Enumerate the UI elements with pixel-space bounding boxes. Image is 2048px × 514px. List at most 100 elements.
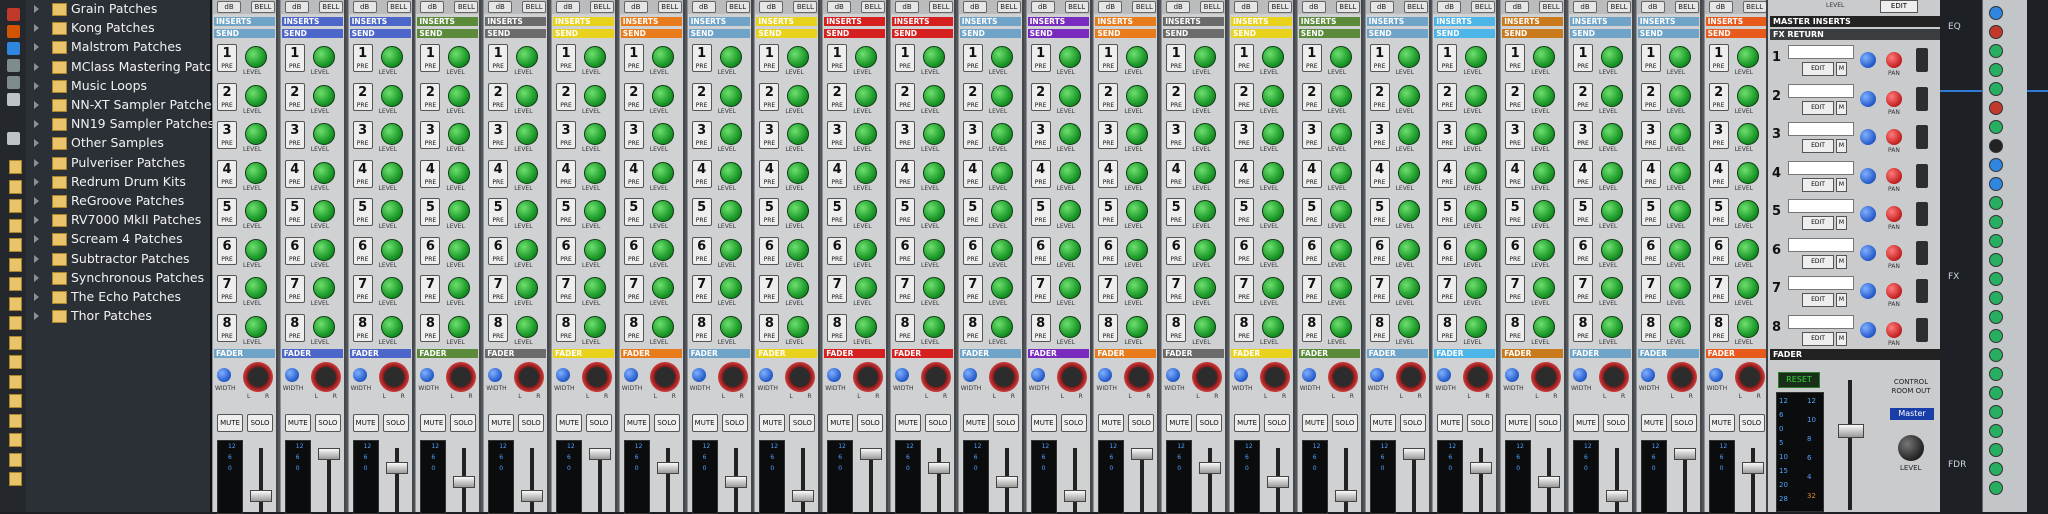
- send-level-knob[interactable]: [1736, 161, 1759, 184]
- browser-item[interactable]: Thor Patches: [26, 307, 210, 325]
- fx-mute-button[interactable]: M: [1836, 139, 1847, 153]
- send-level-knob[interactable]: [1397, 200, 1420, 222]
- send-level-knob[interactable]: [312, 161, 335, 184]
- rail-folder-icon[interactable]: [9, 413, 22, 428]
- master-fader-handle[interactable]: [1838, 424, 1864, 438]
- pan-knob[interactable]: [1463, 362, 1494, 392]
- send-pre-button[interactable]: 5 PRE: [691, 198, 712, 226]
- fx-return-pan-knob[interactable]: [1886, 206, 1902, 222]
- fx-return-level-knob[interactable]: [1860, 206, 1876, 222]
- fx-return-name-field[interactable]: [1788, 237, 1854, 252]
- send-level-knob[interactable]: [448, 277, 471, 299]
- fx-return-name-field[interactable]: [1788, 199, 1854, 213]
- send-pre-button[interactable]: 4 PRE: [1573, 159, 1593, 188]
- send-level-knob[interactable]: [1736, 200, 1759, 222]
- arrow-icon[interactable]: [7, 59, 20, 72]
- re-icon[interactable]: [7, 25, 20, 38]
- send-pre-button[interactable]: 1 PRE: [1166, 44, 1187, 72]
- send-level-knob[interactable]: [245, 238, 267, 261]
- send-pre-button[interactable]: 8 PRE: [1708, 313, 1729, 342]
- send-pre-button[interactable]: 6 PRE: [759, 236, 780, 265]
- send-level-knob[interactable]: [1262, 161, 1284, 184]
- send-level-knob[interactable]: [651, 200, 674, 222]
- send-pre-button[interactable]: 8 PRE: [420, 313, 441, 342]
- send-level-knob[interactable]: [855, 161, 878, 184]
- db-button[interactable]: dB: [1166, 1, 1191, 13]
- pan-knob[interactable]: [514, 362, 545, 392]
- send-pre-button[interactable]: 4 PRE: [1098, 159, 1119, 188]
- send-level-knob[interactable]: [1194, 277, 1217, 299]
- send-level-knob[interactable]: [1058, 123, 1081, 145]
- mini-knob[interactable]: [1989, 25, 2003, 39]
- expand-arrow-icon[interactable]: [34, 312, 39, 321]
- fx-edit-button[interactable]: EDIT: [1802, 293, 1834, 307]
- db-button[interactable]: dB: [759, 1, 784, 13]
- solo-button[interactable]: SOLO: [1535, 414, 1562, 432]
- send-level-knob[interactable]: [855, 200, 878, 222]
- send-pre-button[interactable]: 7 PRE: [827, 275, 848, 303]
- send-pre-button[interactable]: 2 PRE: [352, 82, 373, 111]
- send-level-knob[interactable]: [1126, 200, 1149, 222]
- rail-folder-icon[interactable]: [9, 238, 22, 252]
- send-level-knob[interactable]: [923, 46, 945, 68]
- send-pre-button[interactable]: 3 PRE: [420, 121, 441, 149]
- send-pre-button[interactable]: 3 PRE: [488, 121, 509, 149]
- fx-return-level-knob[interactable]: [1860, 129, 1876, 145]
- send-pre-button[interactable]: 5 PRE: [1234, 198, 1254, 226]
- fx-mute-button[interactable]: M: [1836, 254, 1847, 269]
- send-pre-button[interactable]: 3 PRE: [1437, 121, 1458, 149]
- send-level-knob[interactable]: [787, 84, 810, 107]
- send-level-knob[interactable]: [1736, 277, 1759, 299]
- send-level-knob[interactable]: [923, 123, 945, 145]
- mini-knob[interactable]: [1989, 443, 2003, 457]
- expand-arrow-icon[interactable]: [34, 43, 39, 52]
- db-button[interactable]: dB: [1437, 1, 1462, 13]
- send-level-knob[interactable]: [516, 46, 539, 68]
- send-pre-button[interactable]: 8 PRE: [691, 313, 712, 342]
- send-pre-button[interactable]: 1 PRE: [895, 44, 915, 72]
- send-pre-button[interactable]: 5 PRE: [556, 198, 576, 226]
- send-pre-button[interactable]: 4 PRE: [284, 159, 305, 188]
- fx-return-pan-knob[interactable]: [1886, 90, 1902, 107]
- send-level-knob[interactable]: [855, 277, 878, 299]
- send-pre-button[interactable]: 2 PRE: [488, 82, 509, 111]
- send-level-knob[interactable]: [651, 161, 674, 184]
- bell-button[interactable]: BELL: [1607, 1, 1631, 13]
- solo-button[interactable]: SOLO: [1060, 414, 1087, 432]
- browser-item[interactable]: MClass Mastering Patche: [26, 58, 227, 76]
- fx-return-level-knob[interactable]: [1860, 283, 1876, 299]
- db-button[interactable]: dB: [1708, 1, 1733, 13]
- send-pre-button[interactable]: 6 PRE: [217, 236, 237, 265]
- send-level-knob[interactable]: [1329, 161, 1352, 184]
- db-button[interactable]: dB: [556, 1, 580, 13]
- send-level-knob[interactable]: [855, 315, 878, 338]
- send-level-knob[interactable]: [990, 46, 1013, 68]
- width-knob[interactable]: [488, 368, 503, 382]
- rail-folder-icon[interactable]: [9, 316, 22, 330]
- send-pre-button[interactable]: 5 PRE: [623, 198, 644, 226]
- reset-button[interactable]: RESET: [1778, 372, 1820, 388]
- browser-item[interactable]: Music Loops: [26, 77, 210, 95]
- solo-button[interactable]: SOLO: [653, 414, 680, 432]
- send-level-knob[interactable]: [1194, 123, 1217, 145]
- send-pre-button[interactable]: 6 PRE: [623, 236, 644, 265]
- pan-knob[interactable]: [378, 362, 409, 392]
- mini-knob[interactable]: [1989, 367, 2003, 381]
- width-knob[interactable]: [556, 368, 570, 382]
- rail-folder-icon[interactable]: [9, 374, 22, 389]
- solo-button[interactable]: SOLO: [1196, 414, 1223, 432]
- send-level-knob[interactable]: [990, 238, 1013, 261]
- send-pre-button[interactable]: 5 PRE: [1369, 198, 1390, 226]
- bell-button[interactable]: BELL: [454, 1, 479, 13]
- send-level-knob[interactable]: [719, 123, 742, 145]
- send-level-knob[interactable]: [1329, 84, 1352, 107]
- send-pre-button[interactable]: 2 PRE: [623, 82, 644, 111]
- browser-item[interactable]: Redrum Drum Kits: [26, 173, 210, 191]
- send-pre-button[interactable]: 5 PRE: [962, 198, 983, 226]
- send-level-knob[interactable]: [923, 238, 945, 261]
- rail-folder-icon[interactable]: [9, 277, 22, 291]
- mini-knob[interactable]: [1989, 329, 2003, 343]
- send-pre-button[interactable]: 6 PRE: [1573, 236, 1593, 265]
- send-level-knob[interactable]: [1465, 161, 1488, 184]
- expand-arrow-icon[interactable]: [34, 24, 39, 33]
